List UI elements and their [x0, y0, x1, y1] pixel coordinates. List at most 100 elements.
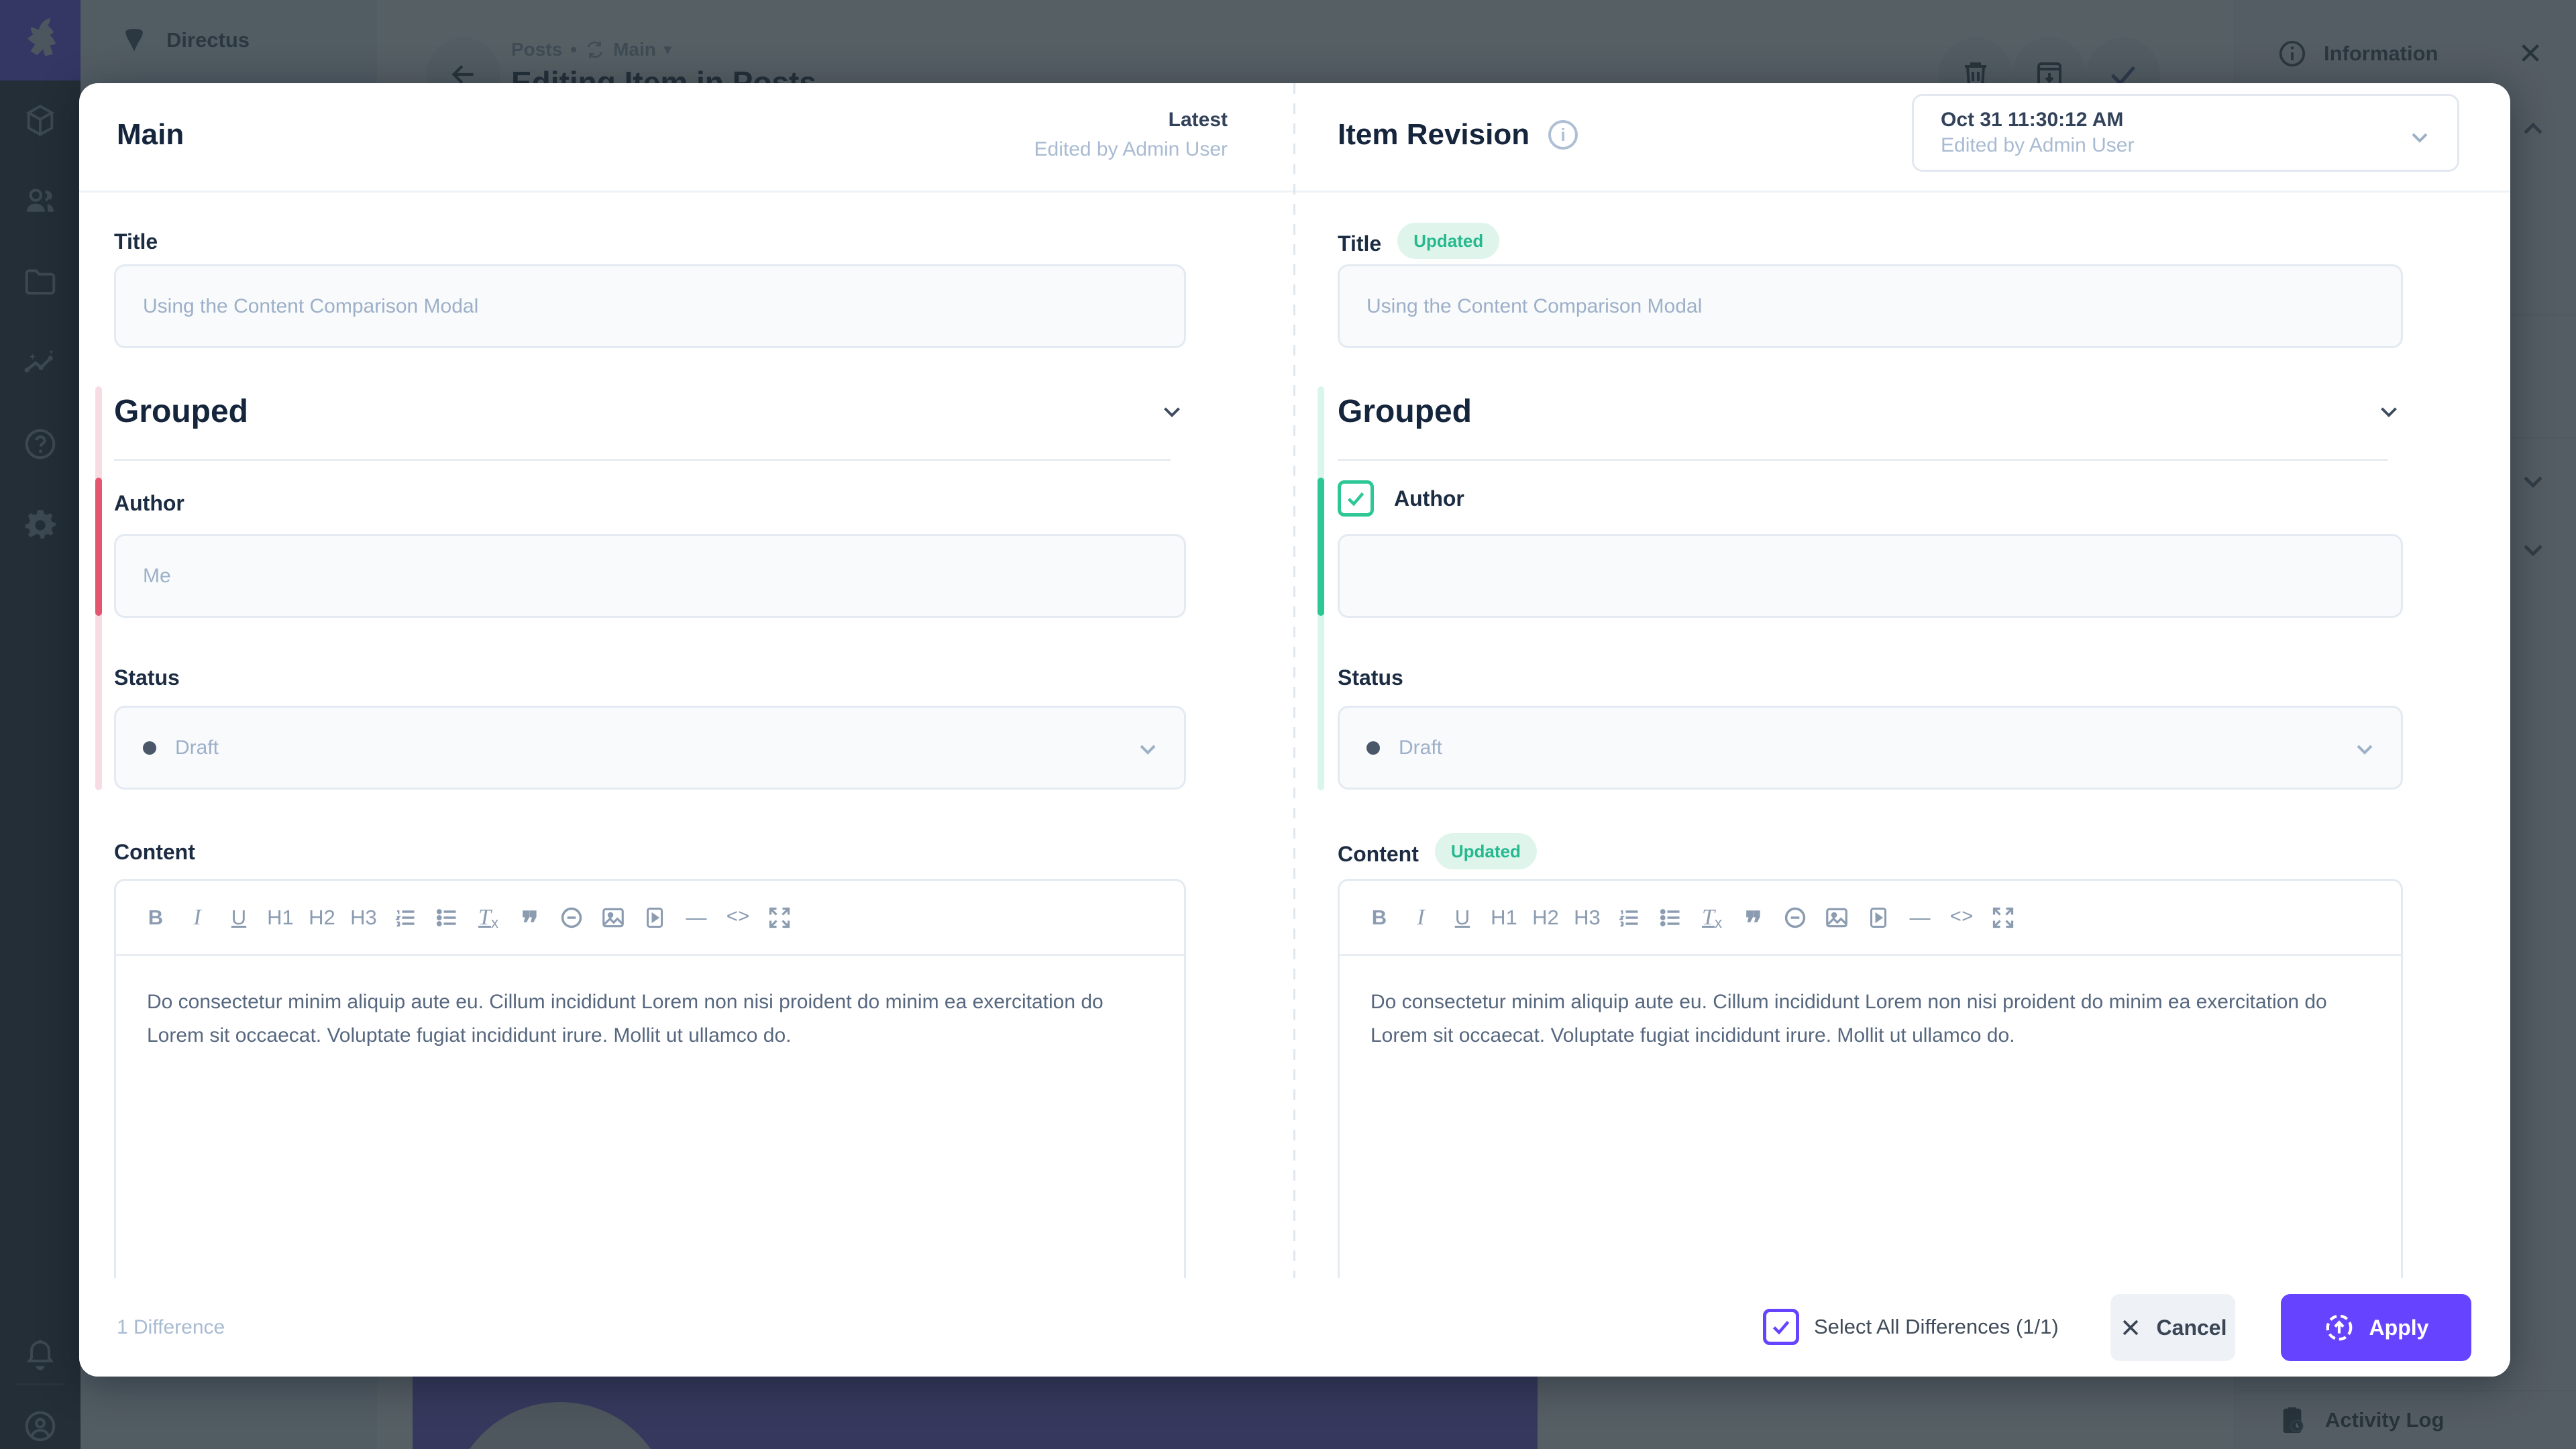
ordered-list-button[interactable] [384, 894, 426, 941]
right-title-input[interactable]: Using the Content Comparison Modal [1338, 264, 2403, 348]
right-pane-header: Item Revision i [1338, 118, 1578, 152]
h2-button[interactable]: H2 [1525, 894, 1566, 941]
right-title-row: Title Updated [1338, 225, 1499, 262]
left-status-select[interactable]: Draft [114, 706, 1186, 790]
right-content-editor[interactable]: B I U H1 H2 H3 Tx ❞ [1338, 879, 2403, 1278]
apply-label: Apply [2369, 1316, 2429, 1340]
bold-button[interactable]: B [1358, 894, 1400, 941]
fullscreen-button[interactable] [759, 894, 800, 941]
clear-format-button[interactable]: Tx [1691, 894, 1733, 941]
right-content-text[interactable]: Do consectetur minim aliquip aute eu. Ci… [1340, 956, 2401, 1053]
fullscreen-button[interactable] [1982, 894, 2024, 941]
right-content-row: Content Updated [1338, 836, 1537, 872]
left-title-input[interactable]: Using the Content Comparison Modal [114, 264, 1186, 348]
link-button[interactable] [551, 894, 592, 941]
cancel-label: Cancel [2157, 1316, 2227, 1340]
video-button[interactable] [1858, 894, 1899, 941]
left-pane-title: Main [117, 118, 184, 152]
right-content-label: Content [1338, 842, 1419, 867]
italic-button[interactable]: I [1400, 894, 1442, 941]
horizontal-rule-button[interactable]: — [1899, 894, 1941, 941]
clear-format-button[interactable]: Tx [468, 894, 509, 941]
video-button[interactable] [634, 894, 676, 941]
revision-info-icon[interactable]: i [1548, 120, 1578, 150]
author-diff-checkbox[interactable] [1338, 480, 1374, 517]
left-title-value: Using the Content Comparison Modal [143, 295, 478, 318]
revision-date: Oct 31 11:30:12 AM [1941, 109, 2430, 131]
code-button[interactable]: <> [717, 894, 759, 941]
select-all-control[interactable]: Select All Differences (1/1) [1763, 1309, 2059, 1345]
right-title-value: Using the Content Comparison Modal [1366, 295, 1702, 318]
chevron-down-icon [1158, 398, 1186, 426]
horizontal-rule-button[interactable]: — [676, 894, 717, 941]
right-author-row: Author [1338, 480, 1464, 517]
left-content-editor[interactable]: B I U H1 H2 H3 Tx ❞ [114, 879, 1186, 1278]
blockquote-button[interactable]: ❞ [1733, 901, 1774, 948]
underline-button[interactable]: U [218, 894, 260, 941]
right-status-select[interactable]: Draft [1338, 706, 2403, 790]
close-icon [2119, 1316, 2142, 1339]
select-all-label: Select All Differences (1/1) [1814, 1315, 2059, 1339]
apply-button[interactable]: Apply [2281, 1294, 2471, 1361]
h2-button[interactable]: H2 [301, 894, 343, 941]
image-button[interactable] [592, 894, 634, 941]
h1-button[interactable]: H1 [260, 894, 301, 941]
code-button[interactable]: <> [1941, 894, 1982, 941]
bold-button[interactable]: B [135, 894, 176, 941]
h3-button[interactable]: H3 [343, 894, 384, 941]
left-content-label: Content [114, 840, 195, 865]
chevron-down-icon [2406, 124, 2433, 151]
left-author-label: Author [114, 491, 184, 516]
difference-count: 1 Difference [117, 1316, 225, 1339]
h1-button[interactable]: H1 [1483, 894, 1525, 941]
italic-button[interactable]: I [176, 894, 218, 941]
h3-button[interactable]: H3 [1566, 894, 1608, 941]
left-content-text[interactable]: Do consectetur minim aliquip aute eu. Ci… [116, 956, 1184, 1053]
updated-badge: Updated [1435, 833, 1537, 869]
chevron-down-icon [2351, 736, 2378, 763]
blockquote-button[interactable]: ❞ [509, 901, 551, 948]
left-author-input[interactable]: Me [114, 534, 1186, 618]
content-comparison-modal: Main Latest Edited by Admin User Item Re… [79, 83, 2510, 1377]
link-button[interactable] [1774, 894, 1816, 941]
image-button[interactable] [1816, 894, 1858, 941]
screen: Directus Posts • Main ▾ Editing Item in … [0, 0, 2576, 1449]
underline-button[interactable]: U [1442, 894, 1483, 941]
ordered-list-button[interactable] [1608, 894, 1650, 941]
check-icon [1769, 1315, 1793, 1339]
status-dot [1366, 741, 1380, 755]
bullet-list-button[interactable] [426, 894, 468, 941]
chevron-down-icon [1134, 736, 1161, 763]
left-meta-secondary: Edited by Admin User [1034, 138, 1228, 161]
revision-editor: Edited by Admin User [1941, 134, 2430, 157]
left-group-divider [114, 459, 1171, 461]
left-group-header[interactable]: Grouped [114, 393, 1186, 430]
left-author-value: Me [143, 565, 171, 588]
modal-footer: 1 Difference Select All Differences (1/1… [79, 1278, 2510, 1377]
right-group-header[interactable]: Grouped [1338, 393, 2403, 430]
right-change-bar-author [1318, 478, 1324, 616]
left-status-label: Status [114, 665, 180, 690]
right-author-input[interactable] [1338, 534, 2403, 618]
right-status-value: Draft [1399, 737, 1442, 759]
pane-divider-dashed [1293, 83, 1295, 1377]
check-icon [1344, 486, 1368, 511]
left-change-bar-author [95, 478, 102, 616]
cancel-button[interactable]: Cancel [2110, 1294, 2235, 1361]
left-title-label: Title [114, 229, 158, 254]
right-pane-title: Item Revision [1338, 118, 1529, 152]
bullet-list-button[interactable] [1650, 894, 1691, 941]
chevron-down-icon [2375, 398, 2403, 426]
left-status-value: Draft [175, 737, 219, 759]
status-dot [143, 741, 156, 755]
apply-icon [2324, 1312, 2355, 1343]
updated-badge: Updated [1397, 223, 1499, 259]
revision-selector[interactable]: Oct 31 11:30:12 AM Edited by Admin User [1912, 94, 2459, 172]
left-group-title: Grouped [114, 393, 248, 430]
editor-toolbar: B I U H1 H2 H3 Tx ❞ [1340, 881, 2401, 956]
right-title-label: Title [1338, 231, 1381, 256]
select-all-checkbox[interactable] [1763, 1309, 1799, 1345]
right-group-divider [1338, 459, 2387, 461]
editor-toolbar: B I U H1 H2 H3 Tx ❞ [116, 881, 1184, 956]
right-status-label: Status [1338, 665, 1403, 690]
